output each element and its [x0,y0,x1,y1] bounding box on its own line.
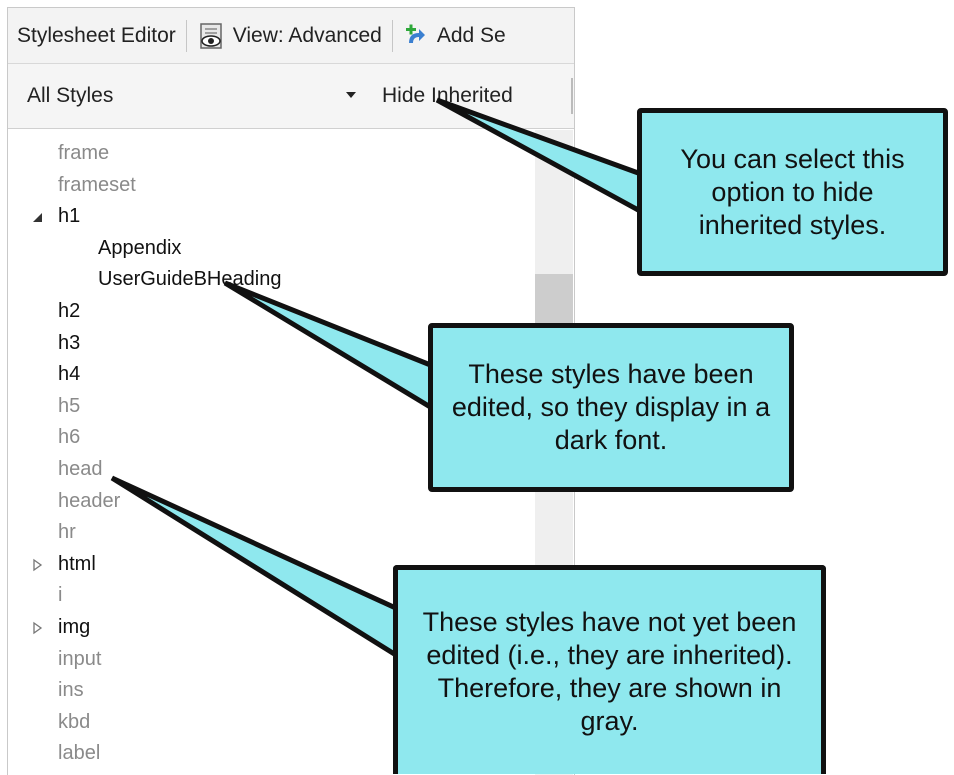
callout-hide-inherited-text: You can select this option to hide inher… [680,143,905,240]
styles-filter-dropdown[interactable]: All Styles [12,74,364,118]
dropdown-value: All Styles [27,84,114,107]
editor-title: Stylesheet Editor [17,23,176,47]
tree-item-label: input [58,647,102,670]
callout-edited-text: These styles have been edited, so they d… [451,359,771,455]
add-selector-button[interactable]: Add Se [403,23,506,49]
expanded-triangle-icon[interactable] [30,210,44,224]
tree-item-label: head [58,458,103,480]
tree-item[interactable]: h2 [58,296,80,326]
tree-item-label: hr [58,521,76,544]
tree-item-label: frame [58,142,110,164]
editor-toolbar: Stylesheet Editor View: Advanced Add Se [8,8,574,64]
tree-item-label: Appendix [98,236,182,259]
tree-item[interactable]: head [58,454,103,484]
tree-item-label: img [58,616,91,638]
tree-item[interactable]: h6 [58,422,80,452]
tree-item[interactable]: i [58,580,62,610]
toolbar-divider [391,19,393,52]
tree-item-label: h3 [58,331,81,354]
tree-item[interactable]: h5 [58,391,80,421]
tree-item-label: i [58,584,63,607]
dropdown-arrow-icon [346,92,356,98]
tree-item[interactable]: UserGuideBHeading [98,264,281,294]
tree-item-label: h6 [58,426,81,449]
filter-bar: All Styles Hide Inherited [8,64,574,129]
tree-item[interactable]: ins [58,675,84,705]
add-style-icon [405,24,425,43]
callout-inherited-text: These styles have not yet been edited (i… [422,607,797,736]
tree-item[interactable]: label [58,738,100,768]
tree-item[interactable]: frame [58,138,109,168]
tree-item[interactable]: input [58,644,101,674]
tree-item-label: h4 [58,363,81,386]
callout-inherited: These styles have not yet been edited (i… [393,565,826,774]
tree-item[interactable]: hr [58,517,76,547]
scrollbar-thumb[interactable] [535,274,573,324]
tree-item[interactable]: Appendix [98,233,181,263]
tree-item-label: h2 [58,300,81,322]
tree-item-label: html [58,552,96,575]
tree-item[interactable]: frameset [58,170,136,200]
tree-item[interactable]: html [33,549,96,579]
tree-item-label: h5 [58,394,81,417]
hide-inherited-button[interactable]: Hide Inherited [374,78,521,114]
callout-hide-inherited: You can select this option to hide inher… [637,108,948,276]
toolbar-divider [571,78,573,114]
tree-item[interactable]: img [33,612,91,642]
collapsed-triangle-icon[interactable] [30,621,44,635]
view-advanced-label: View: Advanced [232,23,382,47]
tree-item-label: header [58,489,121,512]
tree-item[interactable]: kbd [58,707,90,737]
tree-item-label: ins [58,679,84,702]
tree-item[interactable]: h3 [58,328,80,358]
view-icon [200,22,222,49]
tree-item-label: h1 [58,205,81,228]
add-selector-label: Add Se [436,23,506,47]
toolbar-divider [185,19,187,52]
tree-item-label: label [58,742,101,765]
collapsed-triangle-icon[interactable] [30,558,44,572]
tree-item[interactable]: header [58,486,120,516]
tree-item-label: kbd [58,710,91,733]
tree-item-label: UserGuideBHeading [98,268,282,291]
view-advanced-button[interactable]: View: Advanced [197,22,382,50]
tree-item-label: frameset [58,173,136,196]
callout-edited: These styles have been edited, so they d… [428,323,794,492]
tree-item[interactable]: h4 [58,359,80,389]
tree-item[interactable]: h1 [33,201,81,231]
